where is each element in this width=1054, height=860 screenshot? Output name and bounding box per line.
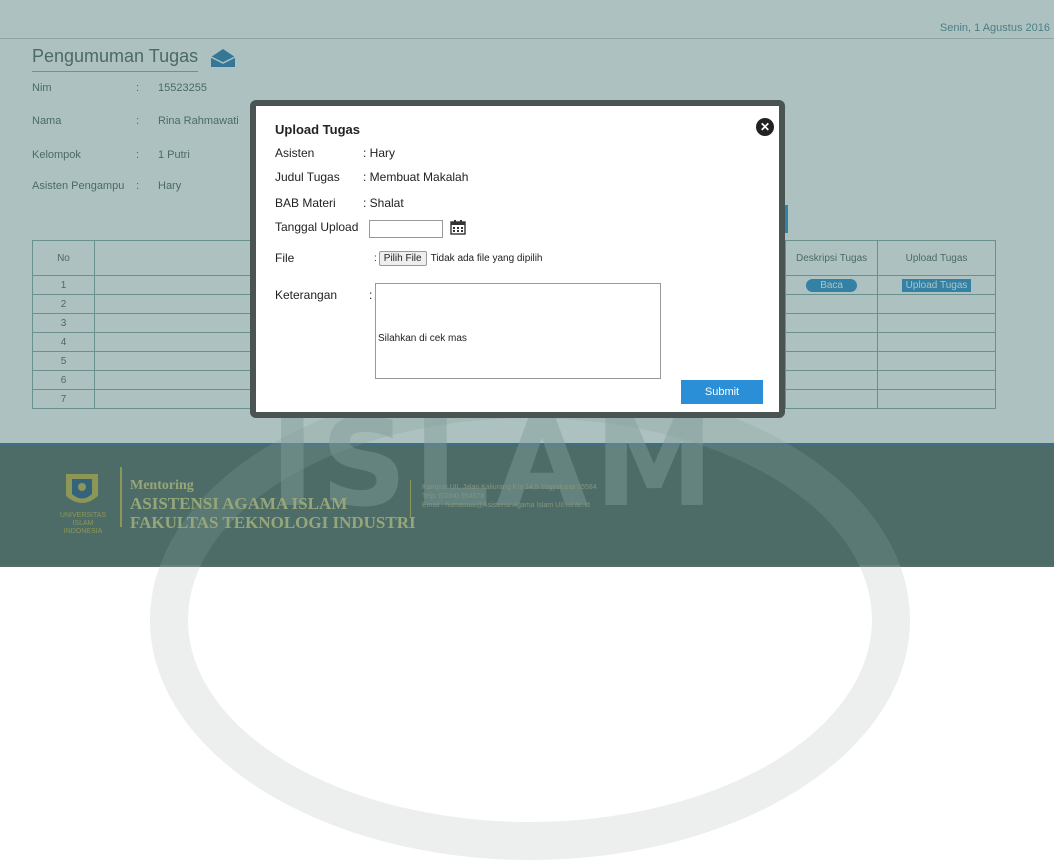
date-input[interactable] (369, 220, 443, 238)
keterangan-textarea[interactable]: Silahkan di cek mas (375, 283, 661, 379)
bab-label: BAB Materi (275, 196, 336, 210)
keterangan-separator: : (369, 288, 373, 302)
tanggal-label: Tanggal Upload (275, 220, 359, 234)
keterangan-row: Keterangan: (275, 288, 372, 302)
close-icon[interactable]: ✕ (756, 118, 774, 136)
upload-modal: Upload Tugas ✕ Asisten : Hary Judul Tugas… (250, 100, 785, 418)
file-label: File (275, 251, 295, 265)
file-separator: : (374, 253, 377, 264)
bab-value: : Shalat (363, 196, 404, 210)
tanggal-row: Tanggal Upload (275, 220, 358, 234)
submit-button[interactable]: Submit (681, 380, 763, 404)
asisten-value: : Hary (363, 146, 396, 160)
judul-row: Judul Tugas : Membuat Makalah (275, 170, 468, 184)
calendar-icon[interactable] (450, 219, 466, 238)
judul-value: : Membuat Makalah (363, 170, 469, 184)
judul-label: Judul Tugas (275, 170, 340, 184)
modal-title: Upload Tugas (275, 122, 360, 137)
asisten-label: Asisten (275, 146, 315, 160)
asisten-row: Asisten : Hary (275, 146, 395, 160)
file-row: File (275, 251, 294, 265)
file-status: Tidak ada file yang dipilih (430, 253, 543, 264)
bab-row: BAB Materi : Shalat (275, 196, 404, 210)
keterangan-text: Silahkan di cek mas (378, 333, 467, 344)
file-input: : Pilih File Tidak ada file yang dipilih (374, 251, 543, 266)
choose-file-button[interactable]: Pilih File (378, 251, 427, 266)
keterangan-label: Keterangan (275, 288, 338, 302)
